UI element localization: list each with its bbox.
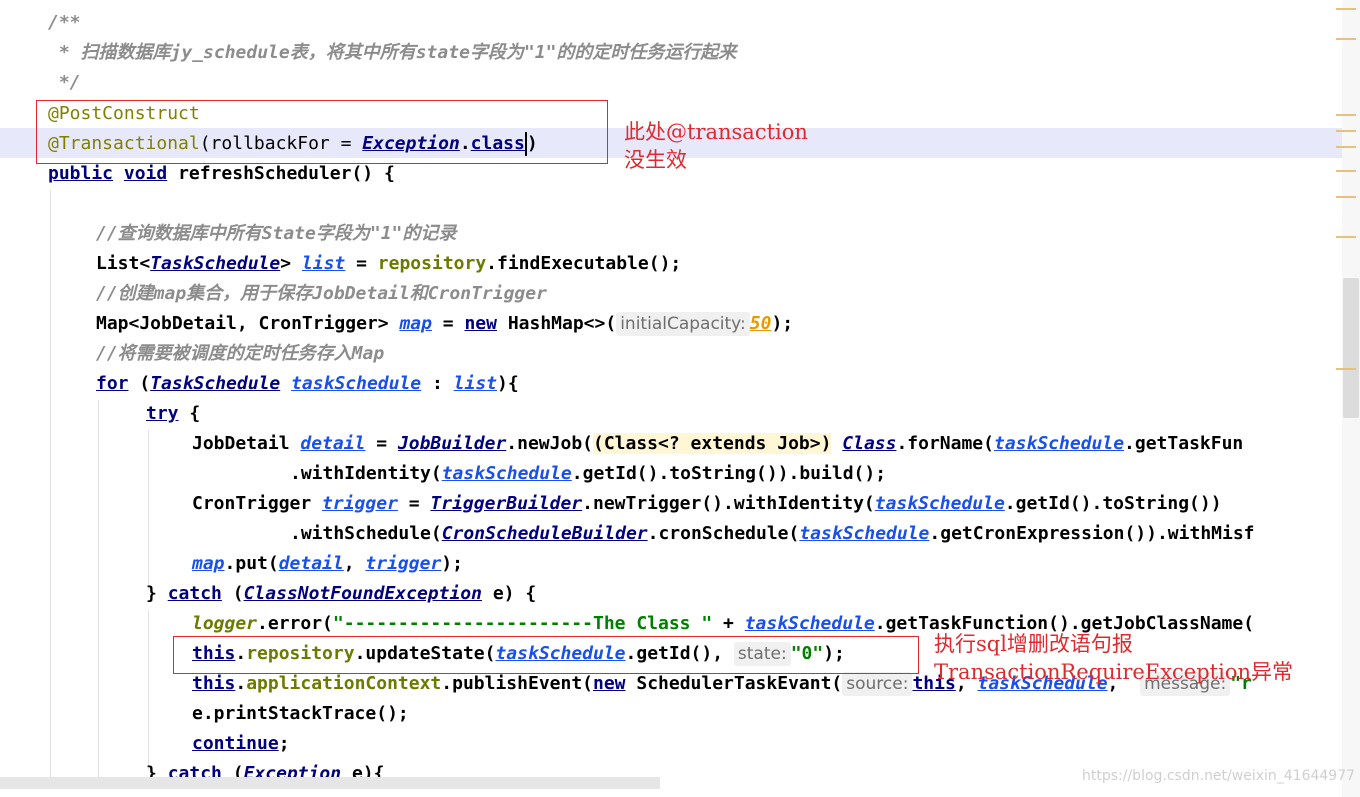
error-stripe-marker[interactable]	[1336, 146, 1356, 148]
code-line: .withSchedule(CronScheduleBuilder.cronSc…	[290, 523, 1255, 544]
scrollbar-thumb[interactable]	[1343, 278, 1359, 418]
horizontal-scrollbar[interactable]	[0, 777, 660, 789]
error-stripe-marker[interactable]	[1336, 114, 1356, 116]
annotation-note-transactional: 此处@transaction 没生效	[624, 120, 808, 172]
code-line: * 扫描数据库jy_schedule表，将其中所有state字段为"1"的的定时…	[48, 42, 737, 63]
parameter-hint: initialCapacity:	[616, 312, 750, 336]
code-line: } catch (ClassNotFoundException e) {	[146, 583, 537, 604]
indent-guide	[98, 400, 99, 780]
code-line: continue;	[192, 733, 290, 754]
error-stripe-marker[interactable]	[1336, 196, 1356, 198]
code-line: try {	[146, 403, 201, 424]
code-line: JobDetail detail = JobBuilder.newJob((Cl…	[192, 433, 1244, 454]
annotation-note-exception: 执行sql增删改语句报 TransactionRequireException异…	[934, 632, 1293, 684]
annotation-box-update-state	[173, 636, 919, 674]
error-stripe-marker[interactable]	[1336, 236, 1356, 238]
code-line: //将需要被调度的定时任务存入Map	[96, 343, 385, 364]
cast-highlight: (Class<? extends Job>)	[593, 433, 832, 454]
indent-guide	[148, 610, 149, 770]
code-line: for (TaskSchedule taskSchedule : list){	[96, 373, 519, 394]
indent-guide	[148, 430, 149, 590]
error-stripe-marker[interactable]	[1336, 170, 1356, 172]
error-stripe-marker[interactable]	[1336, 38, 1356, 40]
code-line: //创建map集合，用于保存JobDetail和CronTrigger	[96, 283, 547, 304]
error-stripe-marker[interactable]	[1336, 8, 1356, 10]
watermark-url: https://blog.csdn.net/weixin_41644977	[1082, 768, 1356, 784]
indent-guide	[50, 190, 51, 780]
code-line: map.put(detail, trigger);	[192, 553, 463, 574]
code-line: /**	[48, 12, 81, 33]
annotation-box-transactional	[36, 100, 608, 164]
code-editor[interactable]: /** * 扫描数据库jy_schedule表，将其中所有state字段为"1"…	[0, 0, 1360, 797]
code-line: e.printStackTrace();	[192, 703, 409, 724]
code-line: List<TaskSchedule> list = repository.fin…	[96, 253, 682, 274]
error-stripe-marker[interactable]	[1336, 130, 1356, 132]
parameter-hint: source:	[842, 672, 913, 696]
code-line: CronTrigger trigger = TriggerBuilder.new…	[192, 493, 1222, 514]
code-line: Map<JobDetail, CronTrigger> map = new Ha…	[96, 312, 794, 336]
code-line: .withIdentity(taskSchedule.getId().toStr…	[290, 463, 887, 484]
error-stripe-marker[interactable]	[1336, 368, 1356, 370]
code-line: */	[48, 72, 81, 93]
code-line: //查询数据库中所有State字段为"1"的记录	[96, 223, 457, 244]
